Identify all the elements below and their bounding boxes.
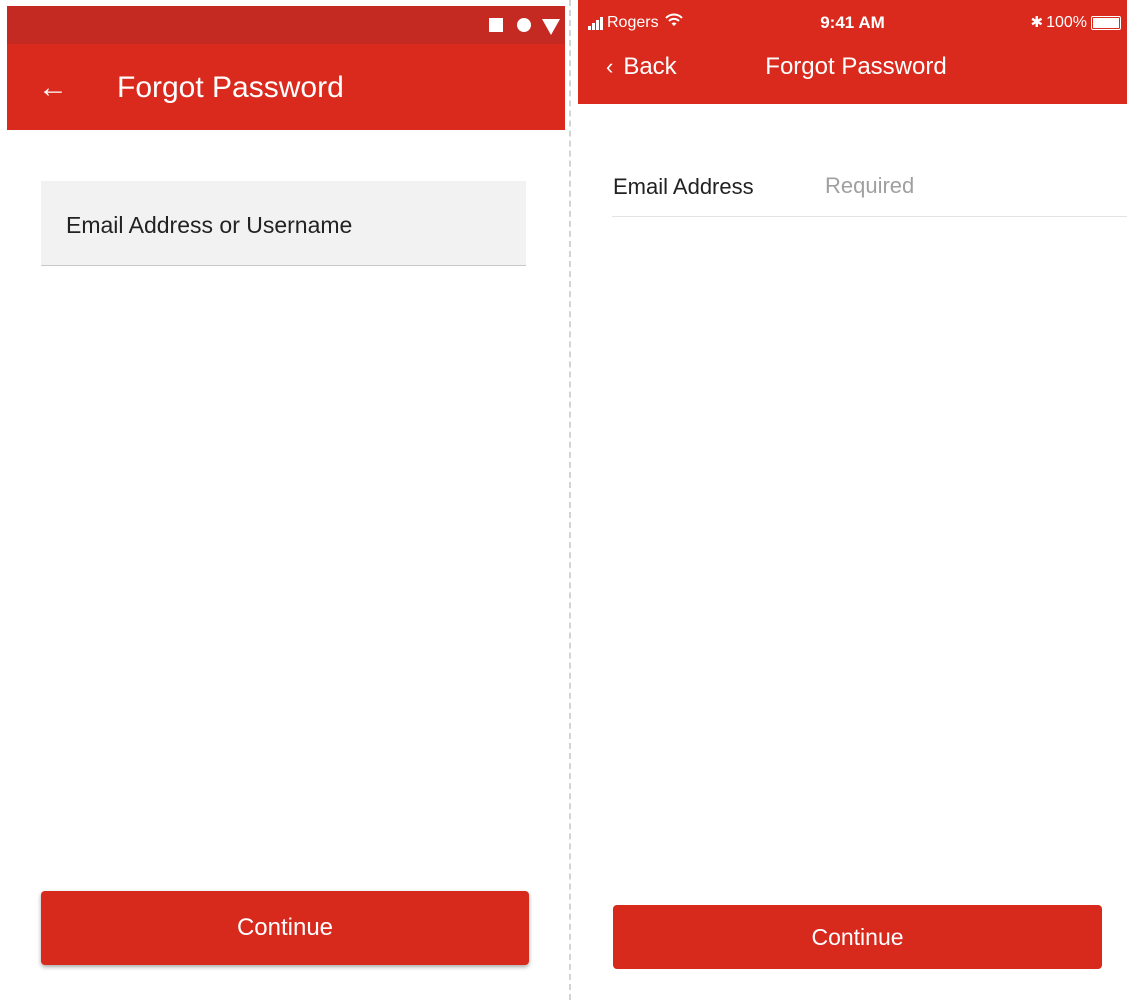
circle-icon — [517, 18, 531, 32]
triangle-down-icon — [542, 19, 560, 35]
battery-percent: 100% — [1046, 14, 1087, 31]
email-or-username-field[interactable]: Email Address or Username — [41, 181, 526, 266]
ios-header: Rogers 9:41 AM ✱ 100% ‹ Back Forgot Pass… — [578, 0, 1127, 104]
arrow-left-icon[interactable]: ← — [33, 69, 73, 107]
android-status-bar — [7, 6, 565, 44]
stop-square-icon — [489, 18, 503, 32]
screen-divider — [569, 0, 571, 1000]
android-app-bar: ← Forgot Password — [7, 44, 565, 130]
page-title: Forgot Password — [765, 53, 947, 80]
page-title: Forgot Password — [117, 71, 344, 104]
ios-screen: Rogers 9:41 AM ✱ 100% ‹ Back Forgot Pass… — [578, 0, 1127, 1000]
email-label: Email Address — [613, 174, 754, 199]
email-row: Email Address — [612, 158, 1127, 217]
continue-button[interactable]: Continue — [613, 905, 1102, 969]
battery-status: ✱ 100% — [1030, 12, 1121, 34]
bluetooth-icon: ✱ — [1030, 14, 1044, 31]
email-input[interactable] — [825, 170, 1115, 202]
email-or-username-label: Email Address or Username — [66, 212, 353, 238]
android-screen: ← Forgot Password Email Address or Usern… — [0, 0, 565, 1000]
battery-icon — [1091, 16, 1121, 30]
continue-button[interactable]: Continue — [41, 891, 529, 965]
